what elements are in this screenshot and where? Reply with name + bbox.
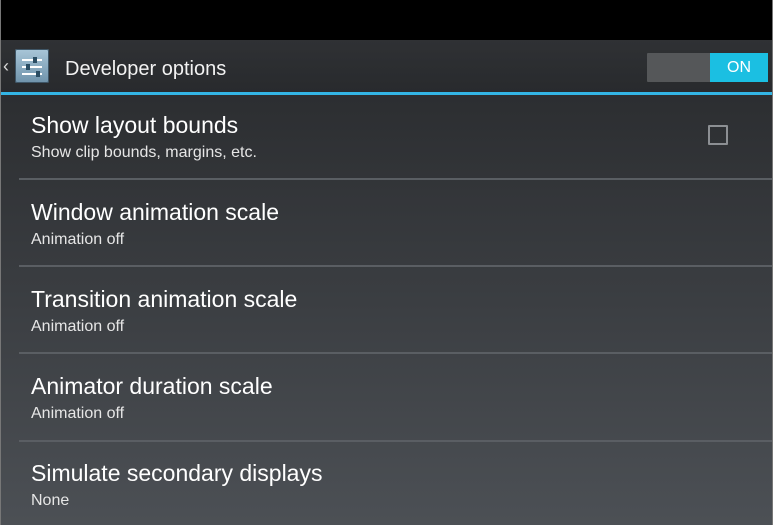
preference-list: Show layout bounds Show clip bounds, mar… xyxy=(1,95,772,525)
pref-title: Transition animation scale xyxy=(31,286,298,312)
device-screen: ‹ Developer options ON Show layout bound… xyxy=(0,0,773,525)
pref-summary: Animation off xyxy=(31,318,125,335)
chevron-left-icon[interactable]: ‹ xyxy=(3,56,9,76)
pref-title: Animator duration scale xyxy=(31,373,273,399)
pref-animator-duration-scale[interactable]: Animator duration scale Animation off xyxy=(1,355,772,441)
show-layout-bounds-checkbox[interactable] xyxy=(708,125,728,145)
pref-summary: Show clip bounds, margins, etc. xyxy=(31,144,257,161)
divider xyxy=(19,265,772,267)
status-bar xyxy=(1,0,772,40)
developer-options-toggle[interactable]: ON xyxy=(647,53,768,82)
pref-summary: Animation off xyxy=(31,405,125,422)
divider xyxy=(19,352,772,354)
pref-window-animation-scale[interactable]: Window animation scale Animation off xyxy=(1,181,772,267)
pref-title: Show layout bounds xyxy=(31,112,239,138)
pref-summary: Animation off xyxy=(31,231,125,248)
pref-show-layout-bounds[interactable]: Show layout bounds Show clip bounds, mar… xyxy=(1,95,772,181)
pref-summary: None xyxy=(31,492,70,509)
pref-title: Simulate secondary displays xyxy=(31,460,323,486)
pref-simulate-secondary-displays[interactable]: Simulate secondary displays None xyxy=(1,443,772,525)
pref-title: Window animation scale xyxy=(31,199,280,225)
page-title: Developer options xyxy=(65,58,227,80)
divider xyxy=(19,440,772,442)
pref-transition-animation-scale[interactable]: Transition animation scale Animation off xyxy=(1,268,772,354)
toggle-on-label: ON xyxy=(710,53,768,82)
divider xyxy=(19,178,772,180)
settings-sliders-icon[interactable] xyxy=(15,49,49,83)
